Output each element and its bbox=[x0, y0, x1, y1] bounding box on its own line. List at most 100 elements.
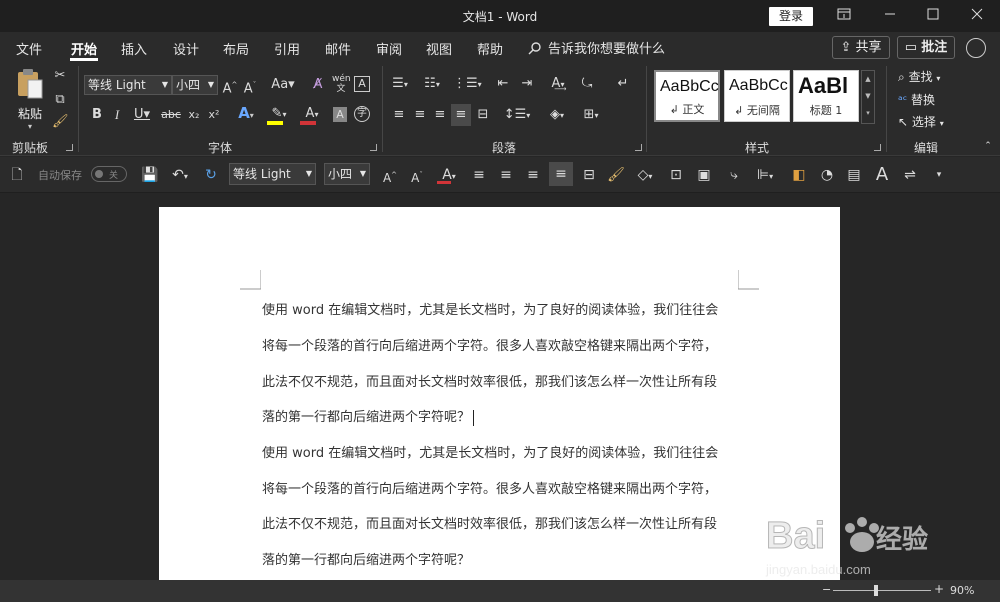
chinese-layout-icon[interactable]: ⤿ bbox=[578, 76, 596, 92]
shading-icon[interactable]: ◈▾ bbox=[544, 107, 570, 124]
qat-wrap-text-icon[interactable]: ⤷ bbox=[722, 166, 746, 184]
style-normal[interactable]: AaBbCcDd ↲ 正文 bbox=[654, 70, 720, 122]
zoom-out-icon[interactable]: − bbox=[822, 583, 831, 596]
bullets-icon[interactable]: ☰▾ bbox=[388, 76, 412, 93]
numbering-icon[interactable]: ☷▾ bbox=[420, 76, 444, 93]
qat-picture-icon[interactable]: ▣ bbox=[695, 166, 713, 184]
character-border-icon[interactable]: A bbox=[354, 76, 370, 92]
increase-indent-icon[interactable]: ⇥ bbox=[518, 76, 536, 92]
change-case-icon[interactable]: Aa▾ bbox=[270, 77, 296, 93]
zoom-level[interactable]: 90% bbox=[950, 584, 974, 597]
qat-align-left-icon[interactable]: ≡ bbox=[470, 166, 488, 184]
tab-insert[interactable]: 插入 bbox=[121, 39, 147, 58]
tab-layout[interactable]: 布局 bbox=[223, 39, 249, 58]
page[interactable]: 使用 word 在编辑文档时，尤其是长文档时，为了良好的阅读体验，我们往往会 将… bbox=[159, 207, 840, 580]
borders-icon[interactable]: ⊞▾ bbox=[576, 107, 606, 124]
qat-paragraph-icon[interactable]: ⇌ bbox=[901, 166, 919, 184]
qat-customize-icon[interactable]: ▾ bbox=[930, 166, 948, 184]
zoom-in-icon[interactable]: + bbox=[934, 582, 944, 596]
strikethrough-icon[interactable]: abc bbox=[161, 107, 181, 123]
copy-icon[interactable]: ⧉ bbox=[52, 92, 68, 108]
align-right-icon[interactable]: ≡ bbox=[431, 107, 449, 123]
tab-mailings[interactable]: 邮件 bbox=[325, 39, 351, 58]
comments-button[interactable]: ▭ 批注 bbox=[897, 36, 955, 59]
qat-shrink-font-icon[interactable]: Aˇ bbox=[408, 166, 426, 187]
redo-icon[interactable]: ↻ bbox=[202, 166, 220, 184]
paste-button[interactable]: 粘贴 ▾ bbox=[14, 68, 46, 131]
save-icon[interactable]: 💾 bbox=[141, 166, 159, 184]
replace-button[interactable]: ᵃᶜ 替换 bbox=[898, 91, 935, 108]
qat-font-size-combo[interactable]: 小四 ▼ bbox=[324, 163, 370, 185]
minimize-icon[interactable] bbox=[867, 0, 913, 32]
clear-formatting-icon[interactable]: A̸ bbox=[309, 77, 327, 93]
qat-align-right-icon[interactable]: ≡ bbox=[524, 166, 542, 184]
undo-icon[interactable]: ↶▾ bbox=[168, 166, 192, 186]
subscript-icon[interactable]: x₂ bbox=[187, 107, 201, 123]
tell-me-search[interactable]: 告诉我你想要做什么 bbox=[528, 38, 665, 57]
tab-help[interactable]: 帮助 bbox=[477, 39, 503, 58]
qat-textbox-icon[interactable]: ⊡ bbox=[667, 166, 685, 184]
tab-home[interactable]: 开始 bbox=[71, 39, 97, 58]
align-left-icon[interactable]: ≡ bbox=[390, 107, 408, 123]
bold-icon[interactable]: B bbox=[90, 107, 104, 123]
character-shading-icon[interactable]: A bbox=[333, 107, 347, 122]
zoom-slider[interactable] bbox=[833, 590, 931, 591]
font-name-combo[interactable]: 等线 Light ▼ bbox=[84, 75, 172, 95]
new-document-icon[interactable]: 🗋 bbox=[8, 166, 26, 184]
distributed-icon[interactable]: ⊟ bbox=[474, 107, 492, 123]
phonetic-guide-icon[interactable]: wén 文 bbox=[332, 74, 351, 94]
ribbon-display-options-icon[interactable] bbox=[821, 0, 867, 32]
line-spacing-icon[interactable]: ↕☰▾ bbox=[503, 107, 531, 124]
format-painter-icon[interactable]: 🖌 bbox=[52, 114, 69, 130]
italic-icon[interactable]: I bbox=[110, 107, 124, 123]
font-color-icon[interactable]: A▾ bbox=[299, 106, 325, 125]
clipboard-launcher-icon[interactable] bbox=[66, 144, 73, 151]
highlight-icon[interactable]: ✎▾ bbox=[266, 106, 292, 125]
zoom-slider-thumb[interactable] bbox=[874, 585, 878, 596]
autosave-toggle[interactable]: 关 bbox=[91, 166, 127, 182]
enclose-characters-icon[interactable]: 字 bbox=[354, 106, 370, 122]
style-heading-1[interactable]: AaBl 标题 1 bbox=[793, 70, 859, 122]
tab-design[interactable]: 设计 bbox=[173, 39, 199, 58]
select-button[interactable]: ↖ 选择 ▾ bbox=[898, 113, 944, 130]
grow-font-icon[interactable]: A^ bbox=[222, 77, 238, 97]
align-center-icon[interactable]: ≡ bbox=[411, 107, 429, 123]
shrink-font-icon[interactable]: Aˇ bbox=[242, 77, 258, 97]
tab-references[interactable]: 引用 bbox=[274, 39, 300, 58]
login-button[interactable]: 登录 bbox=[769, 7, 813, 26]
cut-icon[interactable]: ✂ bbox=[52, 68, 68, 84]
superscript-icon[interactable]: x² bbox=[207, 107, 221, 123]
font-size-combo[interactable]: 小四 ▼ bbox=[172, 75, 218, 95]
qat-font-icon[interactable]: A bbox=[873, 166, 891, 184]
qat-shapes-icon[interactable]: ◇▾ bbox=[632, 166, 658, 186]
text-effects-icon[interactable]: A▾ bbox=[236, 105, 256, 124]
qat-justify-icon[interactable]: ≡ bbox=[549, 162, 573, 186]
styles-scroll[interactable]: ▲ ▼ ▾ bbox=[861, 70, 875, 124]
find-button[interactable]: ⌕ 查找 ▾ bbox=[898, 68, 940, 85]
qat-font-color-icon[interactable]: A▾ bbox=[436, 166, 462, 186]
feedback-smile-icon[interactable] bbox=[966, 38, 986, 58]
underline-icon[interactable]: U▾ bbox=[131, 107, 153, 123]
decrease-indent-icon[interactable]: ⇤ bbox=[494, 76, 512, 92]
styles-launcher-icon[interactable] bbox=[874, 144, 881, 151]
tab-file[interactable]: 文件 bbox=[16, 39, 42, 58]
asian-layout-icon[interactable]: A͢▾ bbox=[544, 76, 572, 93]
paragraph-launcher-icon[interactable] bbox=[635, 144, 642, 151]
qat-format-painter-icon[interactable]: 🖌 bbox=[607, 166, 625, 184]
qat-font-name-combo[interactable]: 等线 Light ▼ bbox=[229, 163, 316, 185]
share-button[interactable]: ⇪ 共享 bbox=[832, 36, 890, 59]
tab-view[interactable]: 视图 bbox=[426, 39, 452, 58]
qat-distributed-icon[interactable]: ⊟ bbox=[580, 166, 598, 184]
qat-grow-font-icon[interactable]: A^ bbox=[381, 166, 399, 187]
qat-align-center-icon[interactable]: ≡ bbox=[497, 166, 515, 184]
justify-icon[interactable]: ≡ bbox=[451, 104, 471, 126]
style-no-spacing[interactable]: AaBbCcDd ↲ 无间隔 bbox=[724, 70, 790, 122]
close-icon[interactable] bbox=[954, 0, 1000, 32]
qat-table-icon[interactable]: ▤ bbox=[845, 166, 863, 184]
font-launcher-icon[interactable] bbox=[370, 144, 377, 151]
collapse-ribbon-icon[interactable]: ⌃ bbox=[982, 138, 994, 154]
qat-bring-forward-icon[interactable]: ◧ bbox=[790, 166, 808, 184]
show-marks-icon[interactable]: ↵ bbox=[614, 76, 632, 92]
tab-review[interactable]: 审阅 bbox=[376, 39, 402, 58]
qat-shape-effects-icon[interactable]: ◔ bbox=[818, 166, 836, 184]
